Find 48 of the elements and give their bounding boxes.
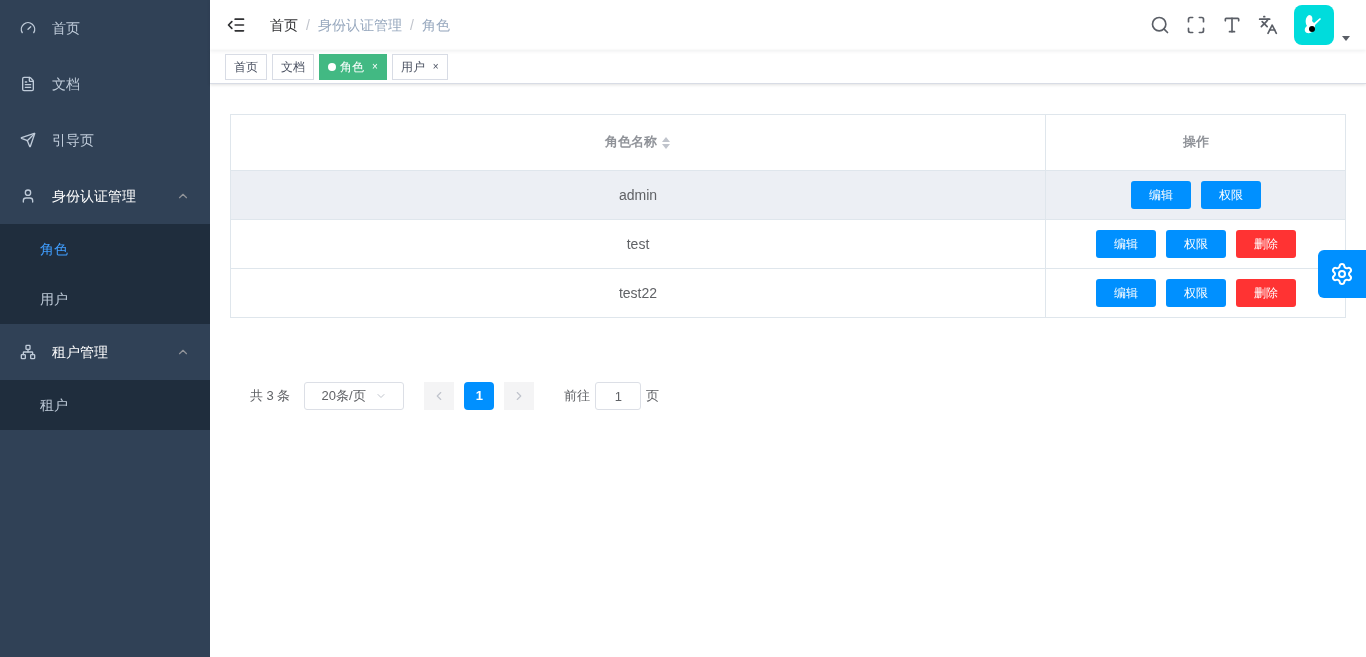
delete-button[interactable]: 删除 bbox=[1235, 230, 1296, 258]
table-cell: test22 bbox=[230, 268, 1046, 318]
breadcrumb-item: 身份认证管理 bbox=[317, 16, 402, 35]
action-button[interactable]: 权限 bbox=[1165, 279, 1226, 307]
menu-item[interactable]: 文档 bbox=[0, 56, 210, 112]
menu-icon bbox=[20, 188, 36, 204]
font-size-icon[interactable] bbox=[1222, 15, 1242, 35]
tab[interactable]: 文档 bbox=[272, 53, 314, 80]
submenu-item[interactable]: 角色 bbox=[0, 224, 210, 274]
page-size-select[interactable]: 20条/页 bbox=[304, 382, 405, 410]
menu-item[interactable]: 首页 bbox=[0, 0, 210, 56]
fullscreen-icon[interactable] bbox=[1186, 15, 1206, 35]
menu-item[interactable]: 租户管理 bbox=[0, 324, 210, 380]
tab[interactable]: 首页 bbox=[225, 53, 267, 80]
table-cell: test bbox=[230, 219, 1046, 269]
menu-icon bbox=[20, 20, 36, 36]
action-button[interactable]: 编辑 bbox=[1130, 181, 1191, 209]
breadcrumb-item[interactable]: 首页 bbox=[270, 15, 298, 35]
column-header: 操作 bbox=[1045, 114, 1346, 171]
breadcrumb-item: 角色 bbox=[421, 16, 450, 35]
action-button[interactable]: 编辑 bbox=[1095, 230, 1156, 258]
action-button[interactable]: 权限 bbox=[1200, 181, 1261, 209]
page-suffix: 页 bbox=[646, 387, 660, 406]
settings-button[interactable] bbox=[1318, 250, 1366, 298]
submenu-item[interactable]: 用户 bbox=[0, 274, 210, 324]
breadcrumb-separator: / bbox=[306, 16, 310, 35]
gear-icon bbox=[1330, 262, 1354, 286]
search-icon[interactable] bbox=[1150, 15, 1170, 35]
page-button[interactable]: 1 bbox=[464, 382, 495, 410]
menu-item[interactable]: 引导页 bbox=[0, 112, 210, 168]
breadcrumb-separator: / bbox=[409, 16, 414, 35]
action-button[interactable]: 权限 bbox=[1165, 230, 1226, 258]
goto-label: 前往 bbox=[564, 387, 591, 406]
menu-item[interactable]: 身份认证管理 bbox=[0, 168, 210, 224]
caret-down-icon[interactable] bbox=[1342, 36, 1350, 41]
close-button[interactable]: × bbox=[432, 59, 439, 74]
delete-button[interactable]: 删除 bbox=[1235, 279, 1296, 307]
total-count: 共 3 条 bbox=[250, 387, 291, 406]
action-button[interactable]: 编辑 bbox=[1095, 279, 1156, 307]
tab[interactable]: 用户 × bbox=[391, 53, 448, 80]
menu-icon bbox=[20, 344, 36, 360]
submenu-item[interactable]: 租户 bbox=[0, 380, 210, 430]
language-icon[interactable] bbox=[1258, 15, 1278, 35]
table-cell: admin bbox=[230, 170, 1046, 220]
menu-toggle-icon[interactable] bbox=[226, 15, 246, 35]
menu-icon bbox=[20, 76, 36, 92]
page-input[interactable]: 1 bbox=[595, 382, 642, 410]
menu-icon bbox=[20, 132, 36, 148]
